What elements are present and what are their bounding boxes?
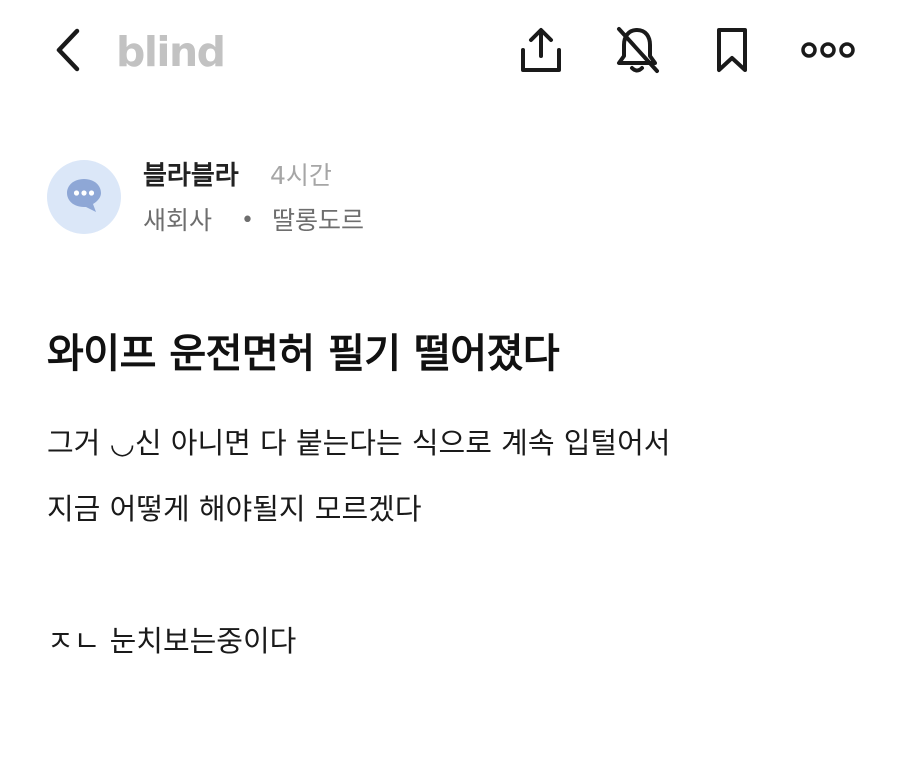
post-body-line: 지금 어떻게 해야될지 모르겠다 bbox=[47, 492, 422, 526]
separator-dot: • bbox=[241, 208, 254, 233]
post-body-line: 그거 ◡신 아니면 다 붙는다는 식으로 계속 입털어서 bbox=[47, 426, 671, 460]
bell-off-icon bbox=[613, 25, 661, 79]
avatar[interactable] bbox=[47, 160, 121, 234]
back-icon bbox=[53, 27, 83, 77]
post-time: 4시간 bbox=[270, 161, 332, 190]
post-title: 와이프 운전면허 필기 떨어졌다 bbox=[47, 331, 560, 377]
back-button[interactable] bbox=[44, 26, 92, 78]
author-info: 블라블라 4시간 새회사 • 딸롱도르 bbox=[0, 150, 900, 250]
post-body-blank-line bbox=[47, 542, 867, 608]
more-icon bbox=[801, 40, 855, 64]
bookmark-icon bbox=[712, 26, 752, 78]
author-name[interactable]: 블라블라 bbox=[143, 160, 239, 192]
author-nickname[interactable]: 딸롱도르 bbox=[272, 205, 364, 237]
author-company[interactable]: 새회사 bbox=[143, 205, 212, 237]
app-logo: blind bbox=[116, 28, 226, 76]
chat-bubble-icon bbox=[64, 176, 104, 218]
bookmark-button[interactable] bbox=[707, 26, 757, 78]
share-button[interactable] bbox=[516, 26, 566, 78]
share-icon bbox=[518, 26, 564, 78]
more-options-button[interactable] bbox=[801, 26, 855, 78]
post-body: 그거 ◡신 아니면 다 붙는다는 식으로 계속 입털어서 지금 어떻게 해야될지… bbox=[47, 410, 867, 674]
top-app-bar: blind bbox=[0, 0, 900, 104]
post-body-line: ㅈㄴ 눈치보는중이다 bbox=[47, 624, 297, 658]
notification-toggle-button[interactable] bbox=[612, 26, 662, 78]
